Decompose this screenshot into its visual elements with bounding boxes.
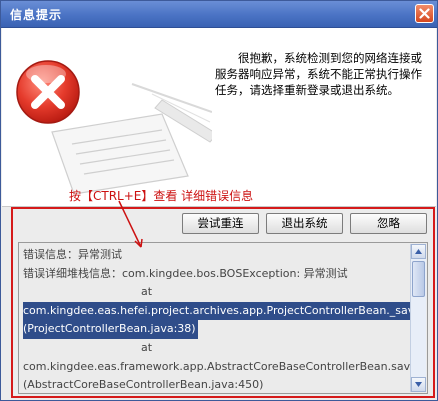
- vertical-scrollbar[interactable]: [410, 244, 426, 392]
- close-button[interactable]: [415, 4, 434, 23]
- title-bar[interactable]: 信息提示: [1, 1, 437, 28]
- ignore-button[interactable]: 忽略: [350, 213, 427, 234]
- detail-line-selected: com.kingdee.eas.hefei.project.archives.a…: [23, 301, 424, 321]
- error-detail-textarea[interactable]: 错误信息：异常测试 错误详细堆栈信息：com.kingdee.bos.BOSEx…: [18, 242, 428, 394]
- scroll-thumb[interactable]: [412, 261, 425, 297]
- error-message: 很抱歉，系统检测到您的网络连接或服务器响应异常，系统不能正常执行操作任务，请选择…: [215, 51, 422, 97]
- detail-line: com.kingdee.eas.framework.app.AbstractCo…: [23, 359, 417, 373]
- close-icon: [419, 8, 430, 19]
- message-panel: 很抱歉，系统检测到您的网络连接或服务器响应异常，系统不能正常执行操作任务，请选择…: [2, 28, 436, 207]
- arrow-up-icon: [415, 249, 422, 254]
- dialog-title: 信息提示: [10, 8, 63, 22]
- detail-line: (AbstractCoreBaseControllerBean.java:450…: [23, 378, 264, 392]
- scroll-up-button[interactable]: [411, 244, 426, 259]
- detail-line: 错误详细堆栈信息：com.kingdee.bos.BOSException: 异…: [23, 266, 348, 280]
- detail-line: 错误信息：异常测试: [23, 248, 122, 261]
- exit-button[interactable]: 退出系统: [266, 213, 343, 234]
- detail-line-selected: (ProjectControllerBean.java:38): [23, 320, 198, 339]
- arrow-down-icon: [415, 382, 422, 387]
- error-x-icon: [16, 60, 212, 194]
- error-dialog: 信息提示 很抱歉，系统检测到您的网络连接或服务器响应异常，系统不能正常执行操作任…: [0, 0, 438, 401]
- scroll-down-button[interactable]: [411, 377, 426, 392]
- detail-line: at: [141, 340, 153, 354]
- detail-line: at: [141, 285, 153, 299]
- ctrl-e-hint: 按【CTRL+E】查看 详细错误信息: [69, 189, 254, 203]
- error-detail-text: 错误信息：异常测试 错误详细堆栈信息：com.kingdee.bos.BOSEx…: [23, 246, 424, 393]
- retry-button[interactable]: 尝试重连: [182, 213, 259, 234]
